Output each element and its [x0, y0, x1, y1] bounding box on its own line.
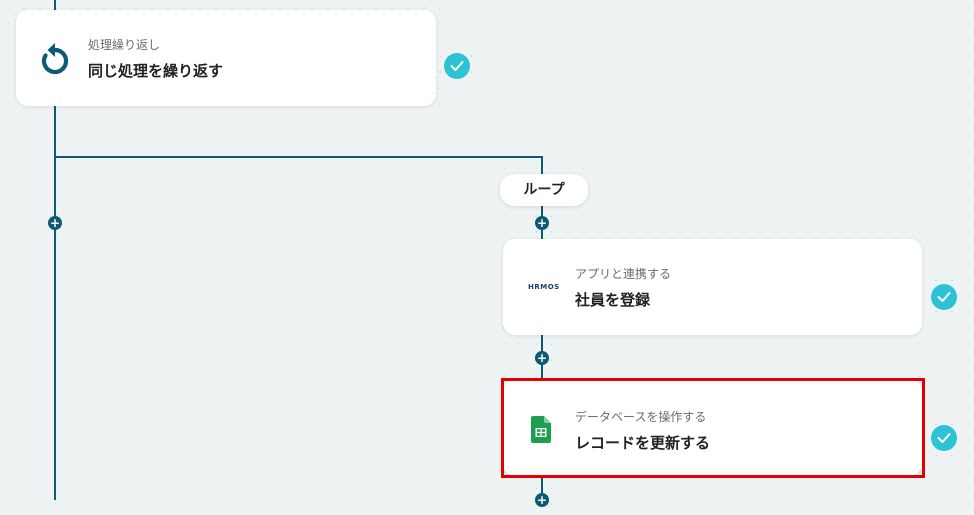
hrmos-step-check-icon [931, 284, 957, 310]
add-step-button-loop-bottom[interactable]: + [535, 493, 549, 507]
hrmos-step-card[interactable]: HRMOS アプリと連携する 社員を登録 [503, 239, 922, 335]
loop-badge: ループ [500, 174, 588, 206]
loop-step-subtitle: 処理繰り返し [88, 38, 161, 52]
hrmos-logo: HRMOS [528, 283, 560, 291]
loop-step-check-icon [444, 53, 470, 79]
loop-step-title: 同じ処理を繰り返す [88, 62, 224, 80]
add-step-button-loop-middle[interactable]: + [535, 351, 549, 365]
hrmos-step-subtitle: アプリと連携する [575, 267, 672, 281]
hrmos-step-title: 社員を登録 [575, 291, 651, 309]
loop-icon [40, 42, 70, 78]
add-step-button-main[interactable]: + [48, 216, 62, 230]
add-step-button-loop-top[interactable]: + [535, 216, 549, 230]
selection-highlight [501, 378, 925, 478]
loop-step-card[interactable]: 処理繰り返し 同じ処理を繰り返す [16, 10, 436, 106]
branch-connector-horizontal [54, 156, 541, 158]
sheets-step-check-icon [931, 425, 957, 451]
